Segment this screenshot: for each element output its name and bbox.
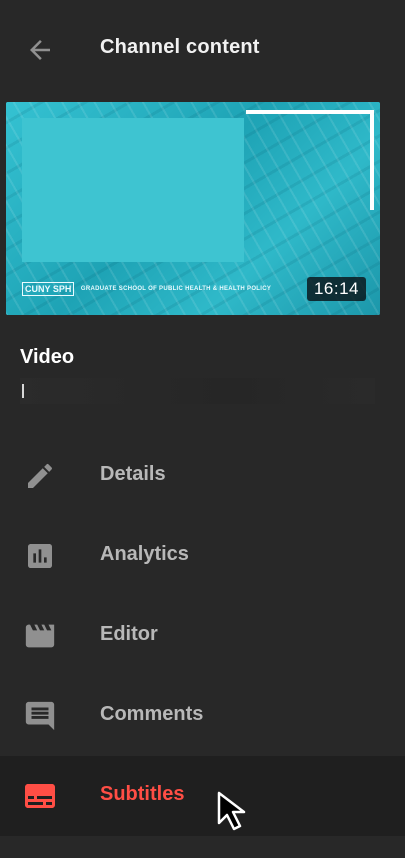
thumbnail-logo: CUNY SPH GRADUATE SCHOOL OF PUBLIC HEALT… xyxy=(22,282,271,296)
page-title: Channel content xyxy=(100,36,260,58)
pencil-icon xyxy=(22,458,58,494)
video-section-label: Video xyxy=(20,346,75,368)
logo-tagline: GRADUATE SCHOOL OF PUBLIC HEALTH & HEALT… xyxy=(80,286,272,292)
back-button[interactable] xyxy=(22,32,58,68)
header: Channel content xyxy=(0,0,405,100)
video-thumbnail[interactable]: CUNY SPH GRADUATE SCHOOL OF PUBLIC HEALT… xyxy=(6,102,380,315)
sidebar-item-subtitles[interactable]: Subtitles xyxy=(0,756,405,836)
sidebar-item-analytics[interactable]: Analytics xyxy=(0,516,405,596)
video-duration-badge: 16:14 xyxy=(306,277,366,301)
sidebar-item-label: Subtitles xyxy=(100,783,185,805)
thumbnail-frame-line xyxy=(246,110,374,114)
analytics-icon xyxy=(22,538,58,574)
sidebar-item-label: Editor xyxy=(100,623,158,645)
logo-text: CUNY SPH xyxy=(22,282,75,296)
sidebar-item-editor[interactable]: Editor xyxy=(0,596,405,676)
sidebar-nav: Details Analytics Editor Comments Subtit… xyxy=(0,436,405,836)
sidebar-item-comments[interactable]: Comments xyxy=(0,676,405,756)
thumbnail-frame-line xyxy=(370,110,374,210)
clapperboard-icon xyxy=(22,618,58,654)
text-cursor-mark xyxy=(22,384,24,398)
video-title-redacted xyxy=(20,378,375,404)
subtitles-icon xyxy=(22,778,58,814)
thumbnail-placeholder xyxy=(22,118,244,262)
sidebar-item-label: Comments xyxy=(100,703,204,725)
sidebar-item-details[interactable]: Details xyxy=(0,436,405,516)
sidebar-item-label: Details xyxy=(100,463,166,485)
arrow-back-icon xyxy=(30,40,50,60)
sidebar-item-label: Analytics xyxy=(100,543,189,565)
comment-icon xyxy=(22,698,58,734)
